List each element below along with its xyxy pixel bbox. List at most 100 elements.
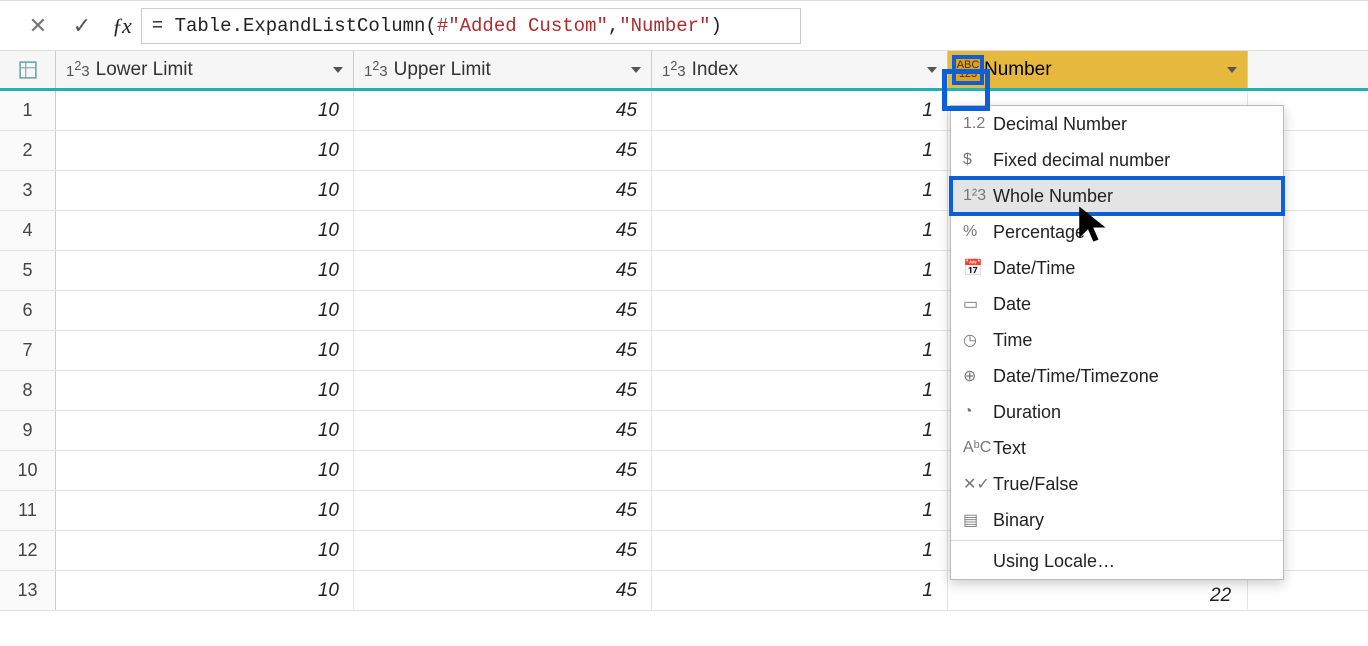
type-icon: 📅 (963, 258, 993, 278)
column-name: Lower Limit (96, 59, 323, 81)
menu-item-duration[interactable]: ◔Duration (951, 394, 1283, 430)
row-number: 7 (0, 331, 56, 370)
filter-dropdown-icon[interactable] (917, 51, 947, 89)
cell-index[interactable]: 1 (652, 411, 948, 450)
cell-lower[interactable]: 10 (56, 451, 354, 490)
menu-item-label: Text (993, 438, 1271, 459)
menu-item-true-false[interactable]: ✕✓True/False (951, 466, 1283, 502)
menu-item-binary[interactable]: ▤Binary (951, 502, 1283, 538)
cell-lower[interactable]: 10 (56, 531, 354, 570)
formula-text-prefix: = Table.ExpandListColumn( (152, 15, 437, 37)
cell-upper[interactable]: 45 (354, 491, 652, 530)
table-icon[interactable] (0, 51, 56, 88)
menu-item-label: Decimal Number (993, 114, 1271, 135)
cell-index[interactable]: 1 (652, 131, 948, 170)
menu-item-decimal-number[interactable]: 1.2Decimal Number (951, 106, 1283, 142)
menu-item-text[interactable]: AᵇCText (951, 430, 1283, 466)
column-name: Upper Limit (394, 59, 621, 81)
type-icon: ◷ (963, 330, 993, 350)
cell-index[interactable]: 1 (652, 571, 948, 610)
menu-item-fixed-decimal-number[interactable]: $Fixed decimal number (951, 142, 1283, 178)
cell-index[interactable]: 1 (652, 211, 948, 250)
cell-lower[interactable]: 10 (56, 171, 354, 210)
cell-lower[interactable]: 10 (56, 91, 354, 130)
row-number: 4 (0, 211, 56, 250)
menu-item-label: Whole Number (993, 186, 1271, 207)
menu-item-label: Date/Time/Timezone (993, 366, 1271, 387)
cell-index[interactable]: 1 (652, 371, 948, 410)
type-icon-whole-number: 123 (354, 59, 394, 80)
filter-dropdown-icon[interactable] (323, 51, 353, 89)
formula-input[interactable]: = Table.ExpandListColumn( #"Added Custom… (141, 8, 801, 44)
cell-lower[interactable]: 10 (56, 331, 354, 370)
cancel-button[interactable]: ✕ (20, 8, 56, 44)
column-header-number[interactable]: ABC123 Number (948, 51, 1248, 88)
cell-index[interactable]: 1 (652, 531, 948, 570)
cell-lower[interactable]: 10 (56, 131, 354, 170)
type-icon: $ (963, 151, 993, 169)
column-name: Index (692, 59, 917, 81)
type-icon: ▤ (963, 510, 993, 530)
cell-upper[interactable]: 45 (354, 371, 652, 410)
cell-upper[interactable]: 45 (354, 571, 652, 610)
cell-upper[interactable]: 45 (354, 331, 652, 370)
column-header-lower-limit[interactable]: 123 Lower Limit (56, 51, 354, 88)
menu-item-whole-number[interactable]: 1²3Whole Number (951, 178, 1283, 214)
menu-item-label: Duration (993, 402, 1271, 423)
cell-upper[interactable]: 45 (354, 291, 652, 330)
cell-lower[interactable]: 10 (56, 291, 354, 330)
cell-upper[interactable]: 45 (354, 451, 652, 490)
formula-bar: ✕ ✓ ƒx = Table.ExpandListColumn( #"Added… (0, 1, 1368, 51)
cell-lower[interactable]: 10 (56, 371, 354, 410)
cell-lower[interactable]: 10 (56, 491, 354, 530)
cell-upper[interactable]: 45 (354, 211, 652, 250)
menu-item-percentage[interactable]: %Percentage (951, 214, 1283, 250)
column-header-upper-limit[interactable]: 123 Upper Limit (354, 51, 652, 88)
type-icon: ◔ (963, 403, 993, 421)
filter-dropdown-icon[interactable] (621, 51, 651, 89)
mouse-cursor-icon (1074, 203, 1116, 250)
cell-upper[interactable]: 45 (354, 411, 652, 450)
filter-dropdown-icon[interactable] (1217, 51, 1247, 89)
type-icon: ⊕ (963, 366, 993, 386)
formula-arg1: #"Added Custom" (437, 15, 608, 37)
cell-index[interactable]: 1 (652, 91, 948, 130)
menu-item-using-locale-[interactable]: Using Locale… (951, 543, 1283, 579)
cell-lower[interactable]: 10 (56, 411, 354, 450)
type-icon: AᵇC (963, 439, 993, 457)
type-icon: ✕✓ (963, 474, 993, 494)
menu-item-date-time[interactable]: 📅Date/Time (951, 250, 1283, 286)
cell-lower[interactable]: 10 (56, 211, 354, 250)
row-number: 9 (0, 411, 56, 450)
cell-index[interactable]: 1 (652, 451, 948, 490)
menu-item-label: Date/Time (993, 258, 1271, 279)
cell-index[interactable]: 1 (652, 251, 948, 290)
cell-index[interactable]: 1 (652, 331, 948, 370)
cell-upper[interactable]: 45 (354, 531, 652, 570)
cell-upper[interactable]: 45 (354, 91, 652, 130)
type-icon: 1.2 (963, 115, 993, 133)
type-icon: % (963, 223, 993, 241)
menu-item-label: Binary (993, 510, 1271, 531)
column-header-index[interactable]: 123 Index (652, 51, 948, 88)
menu-item-label: Date (993, 294, 1271, 315)
menu-item-time[interactable]: ◷Time (951, 322, 1283, 358)
cell-index[interactable]: 1 (652, 171, 948, 210)
cell-index[interactable]: 1 (652, 291, 948, 330)
menu-item-date[interactable]: ▭Date (951, 286, 1283, 322)
cell-lower[interactable]: 10 (56, 571, 354, 610)
cell-upper[interactable]: 45 (354, 171, 652, 210)
cell-lower[interactable]: 10 (56, 251, 354, 290)
menu-item-date-time-timezone[interactable]: ⊕Date/Time/Timezone (951, 358, 1283, 394)
row-number: 12 (0, 531, 56, 570)
type-icon-any[interactable]: ABC123 (952, 55, 984, 85)
fx-icon: ƒx (112, 13, 131, 39)
cell-index[interactable]: 1 (652, 491, 948, 530)
menu-item-label: Using Locale… (993, 551, 1271, 572)
accept-button[interactable]: ✓ (64, 8, 100, 44)
row-number: 13 (0, 571, 56, 610)
cell-upper[interactable]: 45 (354, 251, 652, 290)
row-number: 2 (0, 131, 56, 170)
cell-upper[interactable]: 45 (354, 131, 652, 170)
menu-item-label: Time (993, 330, 1271, 351)
